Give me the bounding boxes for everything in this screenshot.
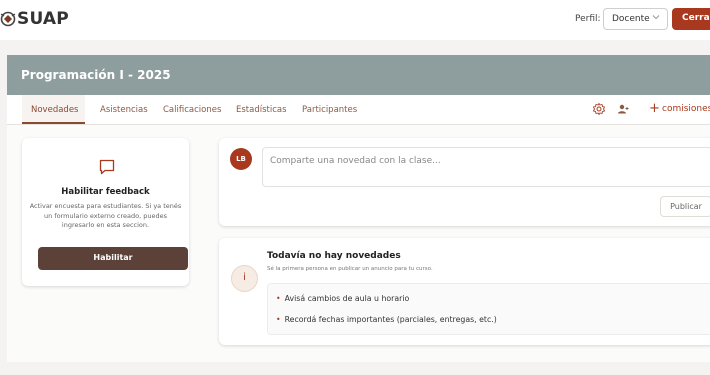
tab-asistencias[interactable]: Asistencias xyxy=(100,105,148,115)
logo-text: SUAP xyxy=(17,9,69,29)
settings-icon[interactable] xyxy=(592,102,606,116)
comisiones-button[interactable]: comisiones xyxy=(662,104,710,114)
course-header: Programación I - 2025 xyxy=(7,55,710,95)
list-item: • Recordá fechas importantes (parciales, … xyxy=(276,315,497,324)
bullet-icon: • xyxy=(276,315,281,324)
tab-calificaciones[interactable]: Calificaciones xyxy=(163,105,221,115)
add-user-icon[interactable] xyxy=(616,102,630,116)
info-icon: i xyxy=(231,265,258,292)
bullet-icon: • xyxy=(276,294,281,303)
feedback-card: Habilitar feedback Activar encuesta para… xyxy=(22,138,189,286)
tip-text: Avisá cambios de aula u horario xyxy=(284,294,410,303)
empty-news-card: i Todavía no hay novedades Sé la primera… xyxy=(219,238,710,345)
active-tab-indicator xyxy=(22,122,85,124)
tab-novedades[interactable]: Novedades xyxy=(31,105,78,115)
compose-card: LB Comparte una novedad con la clase... … xyxy=(219,138,710,226)
feedback-description: Activar encuesta para estudiantes. Si ya… xyxy=(29,202,182,229)
logo[interactable]: SUAP xyxy=(0,9,69,29)
logo-mark-icon xyxy=(0,11,16,27)
list-item: • Avisá cambios de aula u horario xyxy=(276,294,409,303)
enable-feedback-button[interactable]: Habilitar xyxy=(38,247,188,270)
logout-button[interactable]: Cerrar xyxy=(672,8,710,30)
tab-estadisticas[interactable]: Estadísticas xyxy=(236,105,287,115)
compose-input[interactable]: Comparte una novedad con la clase... xyxy=(262,147,710,187)
tip-text: Recordá fechas importantes (parciales, e… xyxy=(284,315,497,324)
feedback-title: Habilitar feedback xyxy=(61,187,150,197)
chevron-down-icon xyxy=(652,15,660,20)
perfil-select-value: Docente xyxy=(612,14,650,24)
publish-button[interactable]: Publicar xyxy=(660,196,710,217)
chat-icon xyxy=(99,159,115,175)
empty-title: Todavía no hay novedades xyxy=(267,251,401,261)
avatar: LB xyxy=(230,148,252,170)
tab-participantes[interactable]: Participantes xyxy=(302,105,357,115)
plus-icon[interactable]: + xyxy=(649,101,660,116)
course-tabs: Novedades Asistencias Calificaciones Est… xyxy=(7,95,710,125)
tips-list: • Avisá cambios de aula u horario • Record… xyxy=(267,283,710,335)
empty-subtitle: Sé la primera persona en publicar un anu… xyxy=(267,266,433,272)
top-bar: SUAP Perfil: Docente Cerrar xyxy=(0,0,710,40)
perfil-select[interactable]: Docente xyxy=(603,8,668,30)
course-title: Programación I - 2025 xyxy=(21,68,171,82)
perfil-label: Perfil: xyxy=(575,14,601,24)
course-panel: Programación I - 2025 Novedades Asistenc… xyxy=(7,55,710,362)
